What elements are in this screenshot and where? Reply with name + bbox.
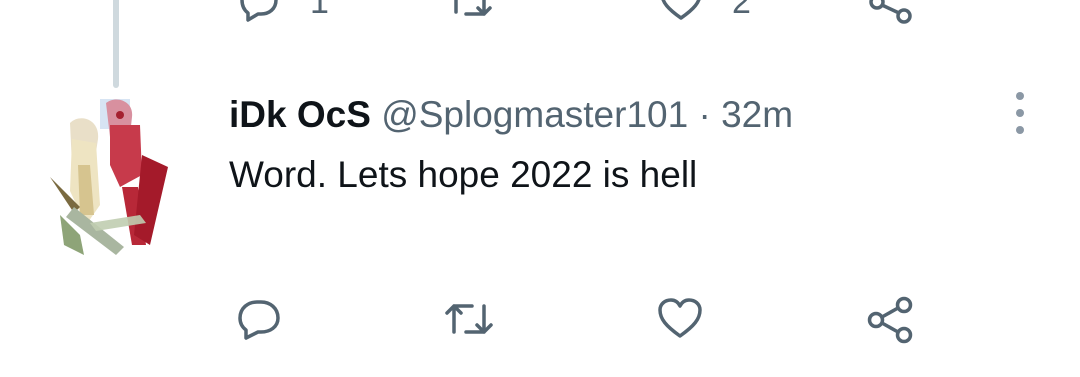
prev-like-button[interactable]: 2	[658, 0, 751, 24]
tweet-header: iDk OcS @Splogmaster101 · 32m	[229, 92, 793, 138]
separator-dot: ·	[698, 94, 711, 135]
like-button[interactable]	[656, 296, 704, 342]
share-icon	[866, 296, 916, 344]
reply-icon	[236, 0, 282, 24]
retweet-icon	[444, 0, 496, 24]
share-button[interactable]	[866, 296, 916, 344]
prev-reply-button[interactable]: 1	[236, 0, 329, 24]
more-options-button[interactable]	[1005, 92, 1035, 134]
more-vertical-icon-dot	[1016, 109, 1024, 117]
avatar[interactable]	[50, 95, 178, 259]
like-icon	[658, 0, 704, 24]
anime-characters-avatar	[50, 99, 168, 255]
like-icon	[656, 296, 704, 342]
timestamp[interactable]: 32m	[721, 94, 793, 135]
display-name[interactable]: iDk OcS	[229, 94, 371, 135]
prev-share-button[interactable]	[868, 0, 914, 24]
tweet-text: Word. Lets hope 2022 is hell	[229, 154, 698, 195]
retweet-button[interactable]	[442, 296, 496, 342]
prev-reply-count: 1	[310, 0, 329, 21]
more-vertical-icon-dot	[1016, 126, 1024, 134]
more-vertical-icon	[1016, 92, 1024, 100]
prev-retweet-button[interactable]	[444, 0, 496, 24]
reply-button[interactable]	[236, 296, 282, 342]
previous-tweet-actions: 1 2	[0, 0, 1080, 24]
prev-like-count: 2	[732, 0, 751, 21]
user-handle[interactable]: @Splogmaster101	[381, 94, 688, 135]
retweet-icon	[442, 296, 496, 342]
reply-icon	[236, 296, 282, 342]
share-icon	[868, 0, 914, 24]
